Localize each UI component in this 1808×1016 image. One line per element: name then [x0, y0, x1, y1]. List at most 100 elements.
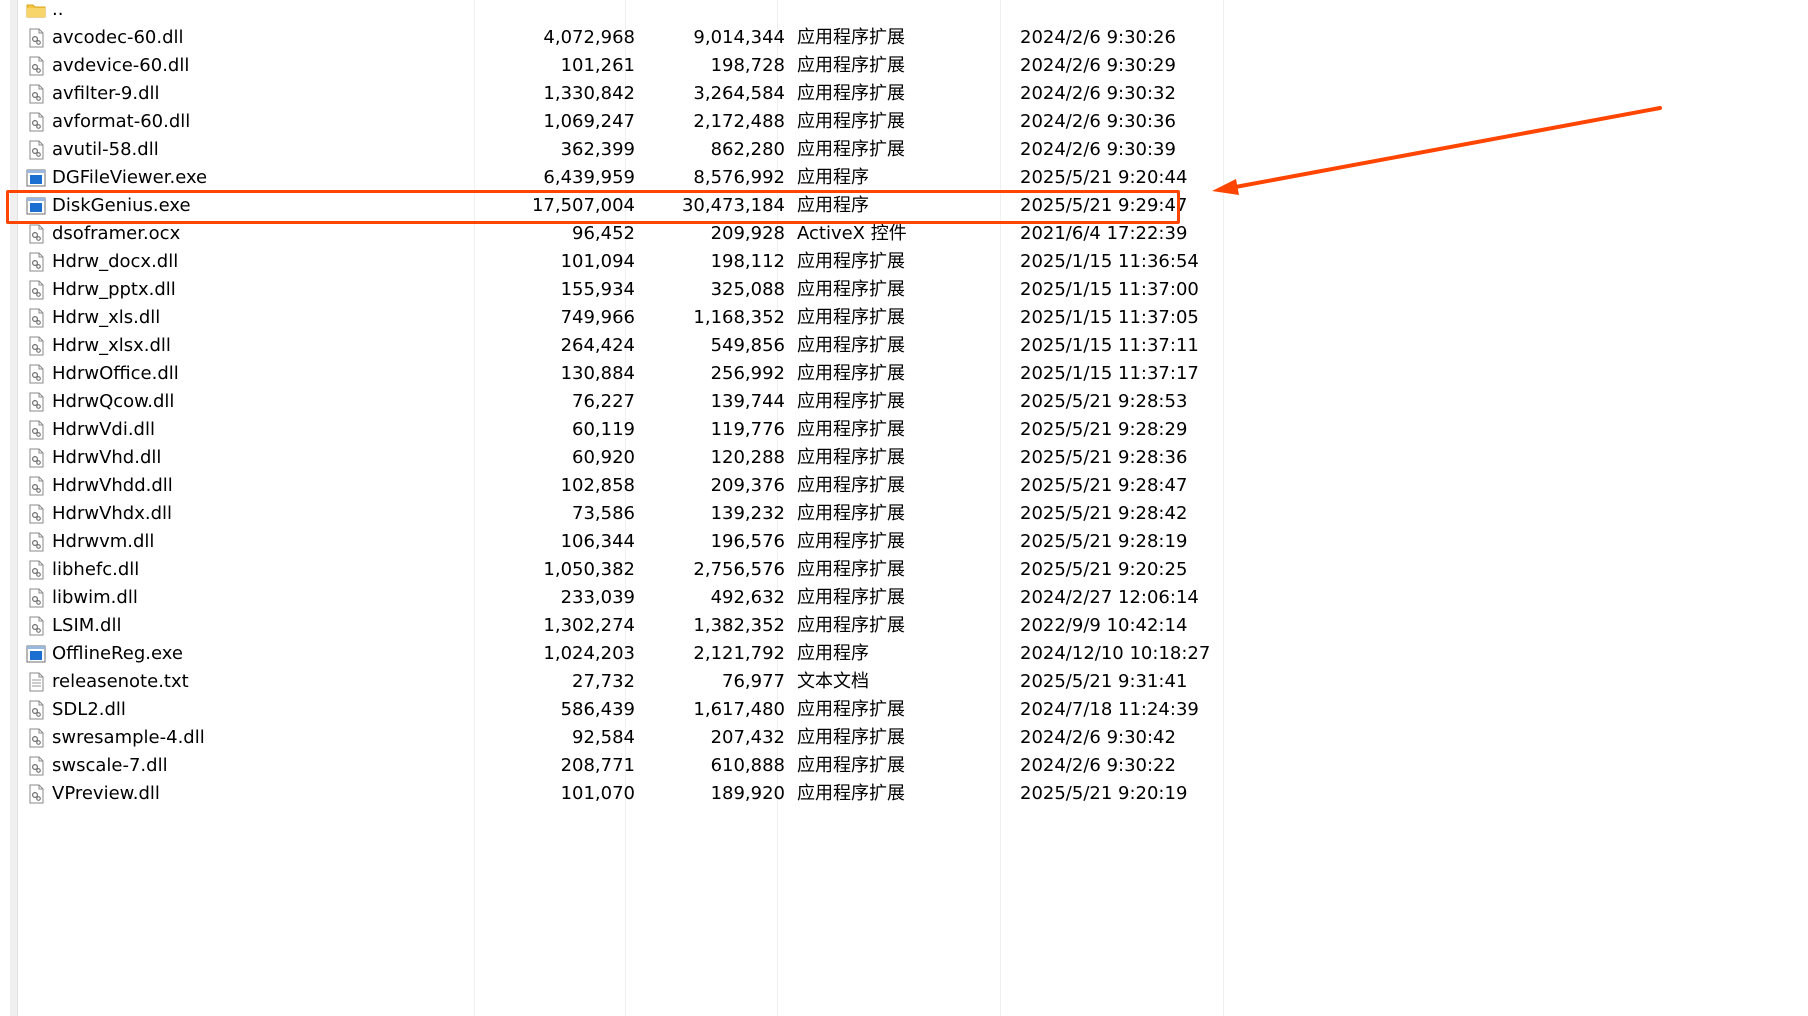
file-row[interactable]: dsoframer.ocx 96,452 209,928 ActiveX 控件 2021… — [22, 220, 1202, 248]
file-modified: 2025/1/15 11:37:00 — [1020, 279, 1199, 300]
file-name: Hdrw_xls.dll — [52, 307, 161, 328]
file-name: HdrwVhd.dll — [52, 447, 162, 468]
file-size: 76,227 — [572, 391, 635, 412]
file-name: dsoframer.ocx — [52, 223, 181, 244]
file-row[interactable]: OfflineReg.exe 1,024,203 2,121,792 应用程序 2024… — [22, 640, 1210, 668]
dll-file-icon — [26, 532, 46, 552]
file-row[interactable]: HdrwVhdd.dll 102,858 209,376 应用程序扩展 2025/5/2… — [22, 472, 1202, 500]
file-modified: 2025/5/21 9:31:41 — [1020, 671, 1188, 692]
file-name: releasenote.txt — [52, 671, 189, 692]
file-name: HdrwVhdx.dll — [52, 503, 173, 524]
dll-file-icon — [26, 252, 46, 272]
file-size: 102,858 — [560, 475, 635, 496]
file-modified: 2024/2/6 9:30:36 — [1020, 111, 1176, 132]
file-type: 应用程序 — [797, 167, 869, 188]
list-left-border — [10, 0, 18, 1016]
file-packed-size: 207,432 — [710, 727, 785, 748]
file-row[interactable]: DGFileViewer.exe 6,439,959 8,576,992 应用程序 20… — [22, 164, 1202, 192]
file-modified: 2025/1/15 11:37:05 — [1020, 307, 1199, 328]
dll-file-icon — [26, 364, 46, 384]
file-modified: 2024/2/6 9:30:39 — [1020, 139, 1176, 160]
file-packed-size: 8,576,992 — [693, 167, 785, 188]
file-type: 应用程序扩展 — [797, 475, 905, 496]
file-modified: 2025/5/21 9:28:42 — [1020, 503, 1188, 524]
file-type: 应用程序扩展 — [797, 755, 905, 776]
file-size: 264,424 — [560, 335, 635, 356]
file-row[interactable]: avutil-58.dll 362,399 862,280 应用程序扩展 2024/2/… — [22, 136, 1202, 164]
file-row[interactable]: HdrwOffice.dll 130,884 256,992 应用程序扩展 2025/1… — [22, 360, 1202, 388]
file-size: 60,119 — [572, 419, 635, 440]
file-packed-size: 256,992 — [710, 363, 785, 384]
file-row[interactable]: Hdrw_pptx.dll 155,934 325,088 应用程序扩展 2025/1/… — [22, 276, 1202, 304]
file-name: HdrwVhdd.dll — [52, 475, 173, 496]
file-size: 27,732 — [572, 671, 635, 692]
file-row[interactable]: avcodec-60.dll 4,072,968 9,014,344 应用程序扩展 20… — [22, 24, 1202, 52]
file-modified: 2025/5/21 9:29:47 — [1020, 195, 1188, 216]
dll-file-icon — [26, 616, 46, 636]
file-row[interactable]: HdrwVdi.dll 60,119 119,776 应用程序扩展 2025/5/21 … — [22, 416, 1202, 444]
file-name: avfilter-9.dll — [52, 83, 160, 104]
file-size: 101,094 — [560, 251, 635, 272]
file-row[interactable]: libwim.dll 233,039 492,632 应用程序扩展 2024/2/27 … — [22, 584, 1202, 612]
exe-file-icon — [26, 644, 46, 664]
file-modified: 2024/2/6 9:30:42 — [1020, 727, 1176, 748]
file-modified: 2025/1/15 11:37:11 — [1020, 335, 1199, 356]
file-row[interactable]: .. — [22, 0, 1202, 24]
file-type: 应用程序扩展 — [797, 55, 905, 76]
file-type: 应用程序扩展 — [797, 419, 905, 440]
dll-file-icon — [26, 28, 46, 48]
file-row[interactable]: libhefc.dll 1,050,382 2,756,576 应用程序扩展 2025/… — [22, 556, 1202, 584]
file-row[interactable]: avformat-60.dll 1,069,247 2,172,488 应用程序扩展 2… — [22, 108, 1202, 136]
file-name: Hdrwvm.dll — [52, 531, 155, 552]
file-row[interactable]: Hdrw_docx.dll 101,094 198,112 应用程序扩展 2025/1/… — [22, 248, 1202, 276]
file-type: 应用程序扩展 — [797, 111, 905, 132]
dll-file-icon — [26, 700, 46, 720]
dll-file-icon — [26, 56, 46, 76]
file-packed-size: 492,632 — [710, 587, 785, 608]
file-row[interactable]: swresample-4.dll 92,584 207,432 应用程序扩展 2024/… — [22, 724, 1202, 752]
file-modified: 2025/1/15 11:36:54 — [1020, 251, 1199, 272]
file-row[interactable]: avfilter-9.dll 1,330,842 3,264,584 应用程序扩展 20… — [22, 80, 1202, 108]
file-packed-size: 3,264,584 — [693, 83, 785, 104]
file-type: 应用程序扩展 — [797, 503, 905, 524]
file-size: 4,072,968 — [543, 27, 635, 48]
dll-file-icon — [26, 280, 46, 300]
file-name: swresample-4.dll — [52, 727, 205, 748]
file-packed-size: 120,288 — [710, 447, 785, 468]
file-modified: 2024/7/18 11:24:39 — [1020, 699, 1199, 720]
file-name: avdevice-60.dll — [52, 55, 190, 76]
file-size: 1,330,842 — [543, 83, 635, 104]
file-row[interactable]: avdevice-60.dll 101,261 198,728 应用程序扩展 2024/… — [22, 52, 1202, 80]
file-row[interactable]: swscale-7.dll 208,771 610,888 应用程序扩展 2024/2/… — [22, 752, 1202, 780]
file-row[interactable]: releasenote.txt 27,732 76,977 文本文档 2025/5/21… — [22, 668, 1202, 696]
file-type: 应用程序扩展 — [797, 447, 905, 468]
dll-file-icon — [26, 756, 46, 776]
dll-file-icon — [26, 84, 46, 104]
file-row[interactable]: Hdrw_xlsx.dll 264,424 549,856 应用程序扩展 2025/1/… — [22, 332, 1202, 360]
file-modified: 2022/9/9 10:42:14 — [1020, 615, 1188, 636]
file-type: 应用程序扩展 — [797, 251, 905, 272]
file-size: 130,884 — [560, 363, 635, 384]
file-packed-size: 76,977 — [722, 671, 785, 692]
file-name: LSIM.dll — [52, 615, 122, 636]
file-row[interactable]: DiskGenius.exe 17,507,004 30,473,184 应用程序 20… — [22, 192, 1202, 220]
file-packed-size: 9,014,344 — [693, 27, 785, 48]
file-name: .. — [52, 0, 64, 20]
dll-file-icon — [26, 308, 46, 328]
file-row[interactable]: HdrwVhdx.dll 73,586 139,232 应用程序扩展 2025/5/21… — [22, 500, 1202, 528]
file-modified: 2025/5/21 9:28:29 — [1020, 419, 1188, 440]
file-modified: 2021/6/4 17:22:39 — [1020, 223, 1188, 244]
file-row[interactable]: HdrwQcow.dll 76,227 139,744 应用程序扩展 2025/5/21… — [22, 388, 1202, 416]
file-name: SDL2.dll — [52, 699, 126, 720]
file-row[interactable]: HdrwVhd.dll 60,920 120,288 应用程序扩展 2025/5/21 … — [22, 444, 1202, 472]
file-name: Hdrw_xlsx.dll — [52, 335, 171, 356]
file-type: 应用程序扩展 — [797, 531, 905, 552]
file-row[interactable]: VPreview.dll 101,070 189,920 应用程序扩展 2025/5/2… — [22, 780, 1202, 808]
file-row[interactable]: LSIM.dll 1,302,274 1,382,352 应用程序扩展 2022/9/9… — [22, 612, 1202, 640]
file-name: DGFileViewer.exe — [52, 167, 208, 188]
file-row[interactable]: SDL2.dll 586,439 1,617,480 应用程序扩展 2024/7/18 … — [22, 696, 1202, 724]
file-row[interactable]: Hdrw_xls.dll 749,966 1,168,352 应用程序扩展 2025/1… — [22, 304, 1202, 332]
file-type: 应用程序扩展 — [797, 391, 905, 412]
file-modified: 2024/12/10 10:18:27 — [1020, 643, 1211, 664]
file-row[interactable]: Hdrwvm.dll 106,344 196,576 应用程序扩展 2025/5/21 … — [22, 528, 1202, 556]
